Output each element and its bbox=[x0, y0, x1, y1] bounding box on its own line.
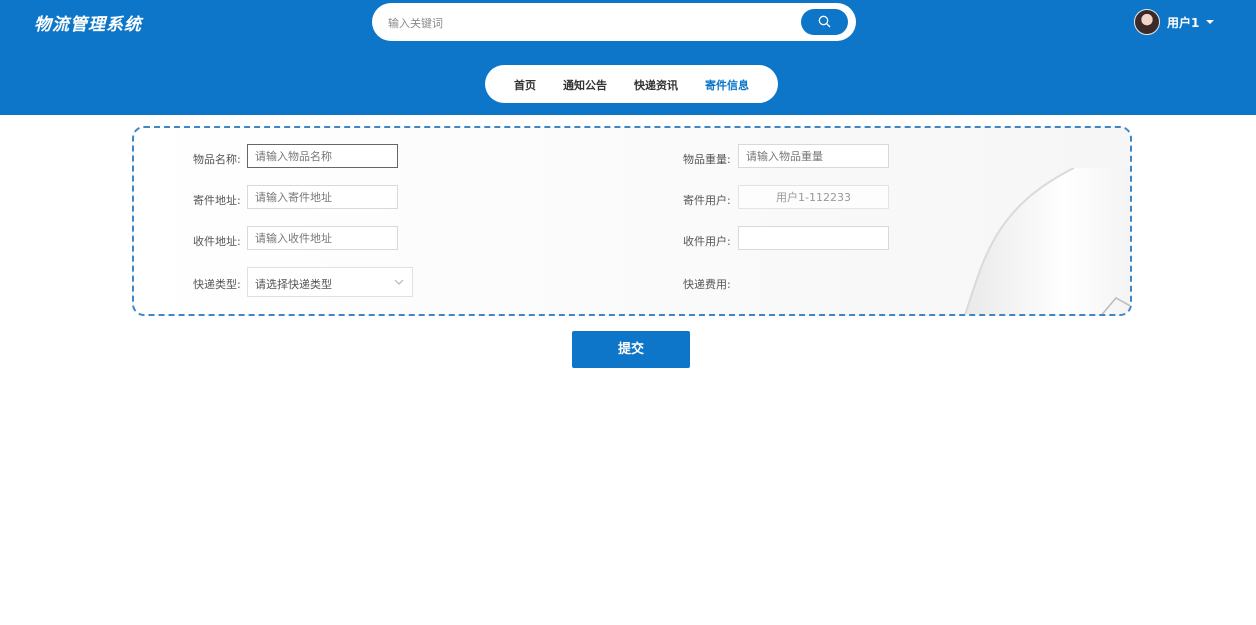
express-type-label: 快递类型: bbox=[193, 278, 241, 291]
item-weight-label: 物品重量: bbox=[683, 153, 731, 166]
nav-item-shipping-info[interactable]: 寄件信息 bbox=[705, 77, 749, 93]
nav-item-express-news[interactable]: 快递资讯 bbox=[634, 77, 678, 93]
avatar bbox=[1134, 9, 1160, 35]
search-icon bbox=[818, 15, 831, 28]
item-name-input[interactable] bbox=[247, 144, 398, 168]
sender-address-label: 寄件地址: bbox=[193, 194, 241, 207]
chevron-down-icon bbox=[394, 279, 404, 285]
sender-user-field bbox=[738, 185, 889, 209]
item-weight-input[interactable] bbox=[738, 144, 889, 168]
search-input[interactable] bbox=[386, 9, 790, 37]
user-menu[interactable]: 用户1 bbox=[1134, 9, 1215, 35]
top-header: 物流管理系统 用户1 首页 通知公告 快递资讯 寄件信息 bbox=[0, 0, 1256, 115]
express-fee-label: 快递费用: bbox=[683, 278, 731, 291]
item-name-label: 物品名称: bbox=[193, 153, 241, 166]
shipping-form: 物品名称: 物品重量: 寄件地址: 寄件用户: 收件地址: 收件用户: 快递类型… bbox=[132, 126, 1132, 316]
receiver-address-input[interactable] bbox=[247, 226, 398, 250]
search-button[interactable] bbox=[801, 9, 848, 35]
receiver-user-input[interactable] bbox=[738, 226, 889, 250]
nav-item-notices[interactable]: 通知公告 bbox=[563, 77, 607, 93]
express-type-select[interactable]: 请选择快递类型 bbox=[247, 267, 413, 297]
express-type-placeholder: 请选择快递类型 bbox=[255, 278, 332, 291]
user-name: 用户1 bbox=[1167, 15, 1200, 30]
search-box bbox=[372, 3, 856, 41]
receiver-user-label: 收件用户: bbox=[683, 235, 731, 248]
app-logo: 物流管理系统 bbox=[34, 15, 142, 35]
nav-item-home[interactable]: 首页 bbox=[514, 77, 536, 93]
caret-down-icon bbox=[1206, 20, 1215, 24]
sender-address-input[interactable] bbox=[247, 185, 398, 209]
main-nav: 首页 通知公告 快递资讯 寄件信息 bbox=[485, 65, 778, 103]
sender-user-label: 寄件用户: bbox=[683, 194, 731, 207]
submit-button[interactable]: 提交 bbox=[572, 331, 690, 368]
paper-curl-decoration bbox=[964, 168, 1130, 314]
receiver-address-label: 收件地址: bbox=[193, 235, 241, 248]
